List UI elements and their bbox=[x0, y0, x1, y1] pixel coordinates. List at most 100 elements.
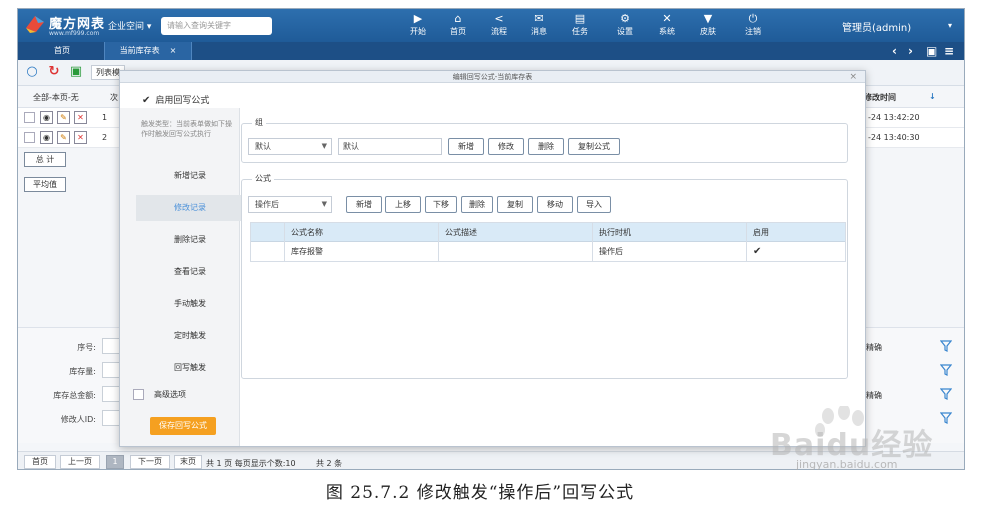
formula-add-button[interactable]: 新增 bbox=[346, 196, 382, 213]
column-header-seq[interactable]: 次 bbox=[110, 92, 118, 103]
export-icon[interactable]: ▣ bbox=[69, 65, 83, 79]
dialog-title: 编辑回写公式-当前库存表 × bbox=[120, 71, 865, 83]
home-icon: ⌂ bbox=[454, 12, 462, 25]
last-page-button[interactable]: 末页 bbox=[174, 455, 202, 469]
group-edit-button[interactable]: 修改 bbox=[488, 138, 524, 155]
formula-name-cell: 库存报警 bbox=[285, 242, 439, 261]
first-page-button[interactable]: 首页 bbox=[24, 455, 56, 469]
formula-delete-button[interactable]: 删除 bbox=[461, 196, 493, 213]
nav-item-8[interactable]: ⏻ 注销 bbox=[738, 12, 768, 37]
match-mode[interactable]: 精确 bbox=[866, 390, 882, 401]
current-page[interactable]: 1 bbox=[106, 455, 124, 469]
close-icon[interactable]: × bbox=[849, 71, 857, 83]
close-icon[interactable]: × bbox=[170, 46, 177, 55]
user-menu[interactable]: 管理员(admin) bbox=[842, 19, 911, 34]
prev-page-button[interactable]: 上一页 bbox=[60, 455, 100, 469]
chevron-down-icon[interactable]: ▾ bbox=[948, 21, 952, 30]
nav-item-1[interactable]: ⌂ 首页 bbox=[443, 12, 473, 37]
enable-writeback-checkbox[interactable]: ✔ 启用回写公式 bbox=[142, 93, 209, 106]
nav-item-6[interactable]: ✕ 系统 bbox=[652, 12, 682, 37]
advanced-options-checkbox[interactable]: 高级选项 bbox=[133, 389, 186, 400]
row-checkbox[interactable] bbox=[24, 132, 35, 143]
group-name-input[interactable]: 默认 bbox=[338, 138, 442, 155]
delete-icon[interactable]: ✕ bbox=[74, 111, 87, 124]
play-icon: ▶ bbox=[413, 12, 423, 25]
trigger-item-4[interactable]: 手动触发 bbox=[136, 291, 244, 317]
save-formula-button[interactable]: 保存回写公式 bbox=[150, 417, 216, 435]
nav-item-4[interactable]: ▤ 任务 bbox=[565, 12, 595, 37]
row-index-cell bbox=[251, 242, 285, 261]
writeback-formula-dialog: 编辑回写公式-当前库存表 × ✔ 启用回写公式 触发类型：当前表单做如下操作时触发… bbox=[119, 70, 866, 447]
delete-icon[interactable]: ✕ bbox=[74, 131, 87, 144]
figure-caption: 图 25.7.2 修改触发“操作后”回写公式 bbox=[325, 483, 635, 503]
gear-icon: ⚙ bbox=[620, 12, 630, 25]
chevron-left-icon[interactable]: ‹ bbox=[892, 43, 897, 59]
search-input[interactable]: 请输入查询关键字 bbox=[161, 17, 272, 35]
timing-select[interactable]: 操作后 ▼ bbox=[248, 196, 332, 213]
check-icon[interactable]: ✔ bbox=[747, 242, 845, 261]
average-button[interactable]: 平均值 bbox=[24, 177, 66, 192]
checkbox-box[interactable] bbox=[133, 389, 144, 400]
row-modified-time: -24 13:42:20 bbox=[868, 113, 920, 122]
table-header: 公式名称 公式描述 执行时机 启用 bbox=[251, 223, 845, 242]
match-mode[interactable]: 精确 bbox=[866, 342, 882, 353]
form-label: 库存量: bbox=[69, 367, 96, 376]
formula-move-button[interactable]: 移动 bbox=[537, 196, 573, 213]
row-checkbox[interactable] bbox=[24, 112, 35, 123]
formula-import-button[interactable]: 导入 bbox=[577, 196, 611, 213]
enterprise-space-menu[interactable]: 企业空间 ▾ bbox=[108, 19, 151, 32]
save-icon[interactable]: ▣ bbox=[926, 43, 937, 59]
sum-button[interactable]: 总 计 bbox=[24, 152, 66, 167]
total-count: 共 2 条 bbox=[316, 459, 343, 468]
column-header bbox=[251, 223, 285, 242]
check-icon: ✔ bbox=[142, 95, 151, 106]
view-icon[interactable]: ◉ bbox=[40, 131, 53, 144]
trigger-item-6[interactable]: 回写触发 bbox=[136, 355, 244, 381]
column-header-modified[interactable]: 修改时间 bbox=[864, 92, 896, 103]
filter-icon[interactable] bbox=[940, 340, 952, 352]
view-icon[interactable]: ◉ bbox=[40, 111, 53, 124]
tab-label: 当前库存表 bbox=[119, 46, 160, 55]
tab-home[interactable]: 首页 bbox=[32, 42, 92, 60]
menu-icon[interactable]: ≡ bbox=[944, 43, 954, 59]
trigger-item-2[interactable]: 删除记录 bbox=[136, 227, 244, 253]
refresh-icon[interactable]: ↻ bbox=[47, 65, 61, 79]
chevron-down-icon: ▼ bbox=[321, 142, 327, 150]
nav-item-2[interactable]: < 流程 bbox=[484, 12, 514, 37]
nav-label: 首页 bbox=[450, 27, 466, 36]
group-add-button[interactable]: 新增 bbox=[448, 138, 484, 155]
group-select[interactable]: 默认 ▼ bbox=[248, 138, 332, 155]
move-up-button[interactable]: 上移 bbox=[385, 196, 421, 213]
filter-icon[interactable] bbox=[940, 364, 952, 376]
filter-icon[interactable] bbox=[940, 388, 952, 400]
nav-item-7[interactable]: ▼ 皮肤 bbox=[693, 12, 723, 37]
row-modified-time: -24 13:40:30 bbox=[868, 133, 920, 142]
copy-formula-button[interactable]: 复制公式 bbox=[568, 138, 620, 155]
select-scope[interactable]: 全部-本页-无 bbox=[33, 92, 79, 103]
nav-item-5[interactable]: ⚙ 设置 bbox=[610, 12, 640, 37]
search-icon[interactable]: ○ bbox=[25, 65, 39, 79]
trigger-item-0[interactable]: 新增记录 bbox=[136, 163, 244, 189]
nav-item-3[interactable]: ✉ 消息 bbox=[524, 12, 554, 37]
formula-copy-button[interactable]: 复制 bbox=[497, 196, 533, 213]
trigger-item-5[interactable]: 定时触发 bbox=[136, 323, 244, 349]
formula-legend: 公式 bbox=[252, 173, 274, 184]
trigger-item-3[interactable]: 查看记录 bbox=[136, 259, 244, 285]
next-page-button[interactable]: 下一页 bbox=[130, 455, 170, 469]
logo-url: www.mf999.com bbox=[49, 30, 100, 37]
watermark-url: jingyan.baidu.com bbox=[796, 458, 898, 471]
table-row[interactable]: 库存报警 操作后 ✔ bbox=[251, 242, 845, 261]
chevron-right-icon[interactable]: › bbox=[908, 43, 913, 59]
edit-icon[interactable]: ✎ bbox=[57, 111, 70, 124]
edit-icon[interactable]: ✎ bbox=[57, 131, 70, 144]
group-legend: 组 bbox=[252, 117, 266, 128]
share-icon: < bbox=[494, 12, 504, 25]
trigger-item-1[interactable]: 修改记录 bbox=[136, 195, 244, 221]
column-header-desc: 公式描述 bbox=[439, 223, 593, 242]
move-down-button[interactable]: 下移 bbox=[425, 196, 457, 213]
group-delete-button[interactable]: 删除 bbox=[528, 138, 564, 155]
power-icon: ⏻ bbox=[748, 12, 758, 25]
tab-inventory[interactable]: 当前库存表 × bbox=[104, 42, 192, 60]
sort-icon[interactable]: ↓ bbox=[929, 92, 936, 101]
nav-item-0[interactable]: ▶ 开始 bbox=[403, 12, 433, 37]
